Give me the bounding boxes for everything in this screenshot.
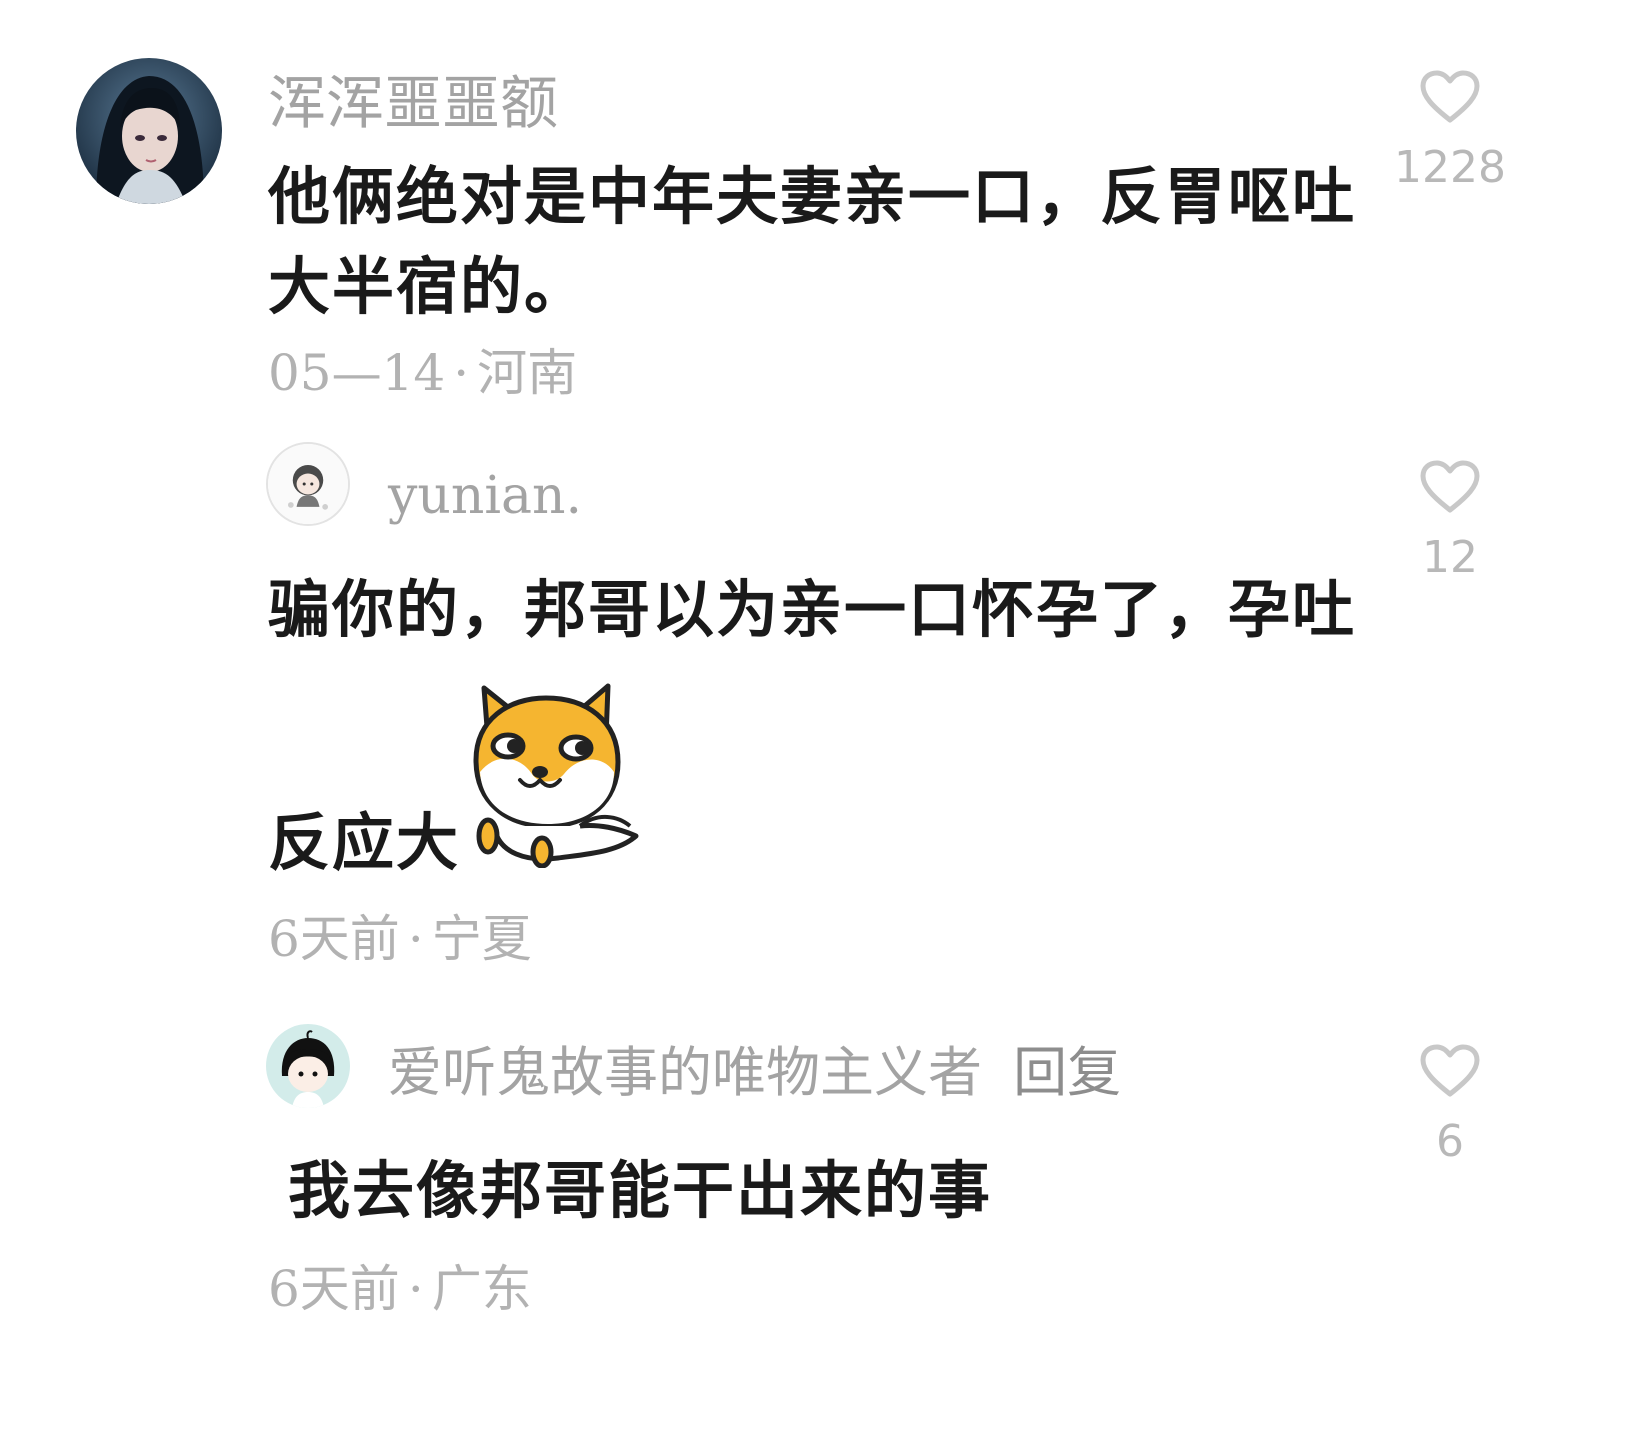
comment-location: 广东 [431,1260,532,1318]
comment-time: 6天前 [268,1260,400,1318]
like-count: 6 [1436,1116,1464,1167]
reply-author[interactable]: 爱听鬼故事的唯物主义者 [388,1041,982,1104]
comment-text: 我去像邦哥能干出来的事 [288,1154,993,1227]
comment-username: 爱听鬼故事的唯物主义者 回复 [388,1046,1121,1100]
meta-separator: · [407,1260,424,1318]
cartoon-boy-avatar-icon [266,1024,350,1108]
comment-item: 爱听鬼故事的唯物主义者 回复 我去像邦哥能干出来的事 6天前 · 广东 6 [0,0,1649,1439]
heart-icon [1420,1044,1480,1097]
avatar[interactable] [266,1024,350,1108]
comment-meta: 6天前 · 广东 [268,1264,532,1314]
reply-label: 回复 [1013,1041,1122,1104]
like-button[interactable]: 6 [1380,1044,1520,1164]
